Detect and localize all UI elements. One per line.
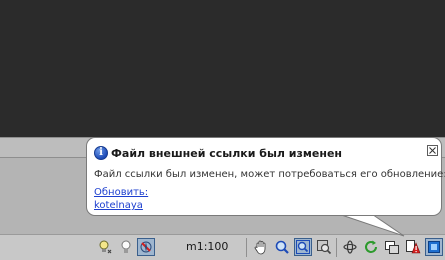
status-bar: m1:100: [0, 234, 445, 260]
xref-changed-notification: i Файл внешней ссылки был изменен Файл с…: [86, 137, 445, 216]
fullscreen-icon[interactable]: [425, 238, 443, 256]
info-icon: i: [94, 146, 108, 160]
compass-disabled-icon[interactable]: [137, 238, 155, 256]
xref-file-link[interactable]: kotelnaya: [94, 200, 143, 211]
status-separator: [246, 238, 247, 257]
close-button[interactable]: [427, 145, 438, 156]
pan-hand-icon[interactable]: [252, 238, 270, 256]
drawing-canvas[interactable]: [0, 0, 445, 137]
refresh-regen-icon[interactable]: [362, 238, 380, 256]
light-bulb-icon[interactable]: [117, 238, 135, 256]
zoom-window-icon[interactable]: [294, 238, 312, 256]
notification-message: Файл ссылки был изменен, может потребова…: [94, 169, 445, 180]
notification-header: i Файл внешней ссылки был изменен: [94, 145, 342, 161]
zoom-magnifier-icon[interactable]: [273, 238, 291, 256]
viewport-copy-icon[interactable]: [383, 238, 401, 256]
xref-alert-icon[interactable]: [404, 238, 422, 256]
annotation-scale-label[interactable]: m1:100: [186, 240, 228, 253]
light-bulb-settings-icon[interactable]: [96, 238, 114, 256]
update-link[interactable]: Обновить:: [94, 187, 148, 198]
notification-title: Файл внешней ссылки был изменен: [111, 146, 342, 160]
status-separator: [336, 238, 337, 257]
zoom-previous-icon[interactable]: [315, 238, 333, 256]
orbit-icon[interactable]: [341, 238, 359, 256]
close-icon: [429, 147, 436, 154]
